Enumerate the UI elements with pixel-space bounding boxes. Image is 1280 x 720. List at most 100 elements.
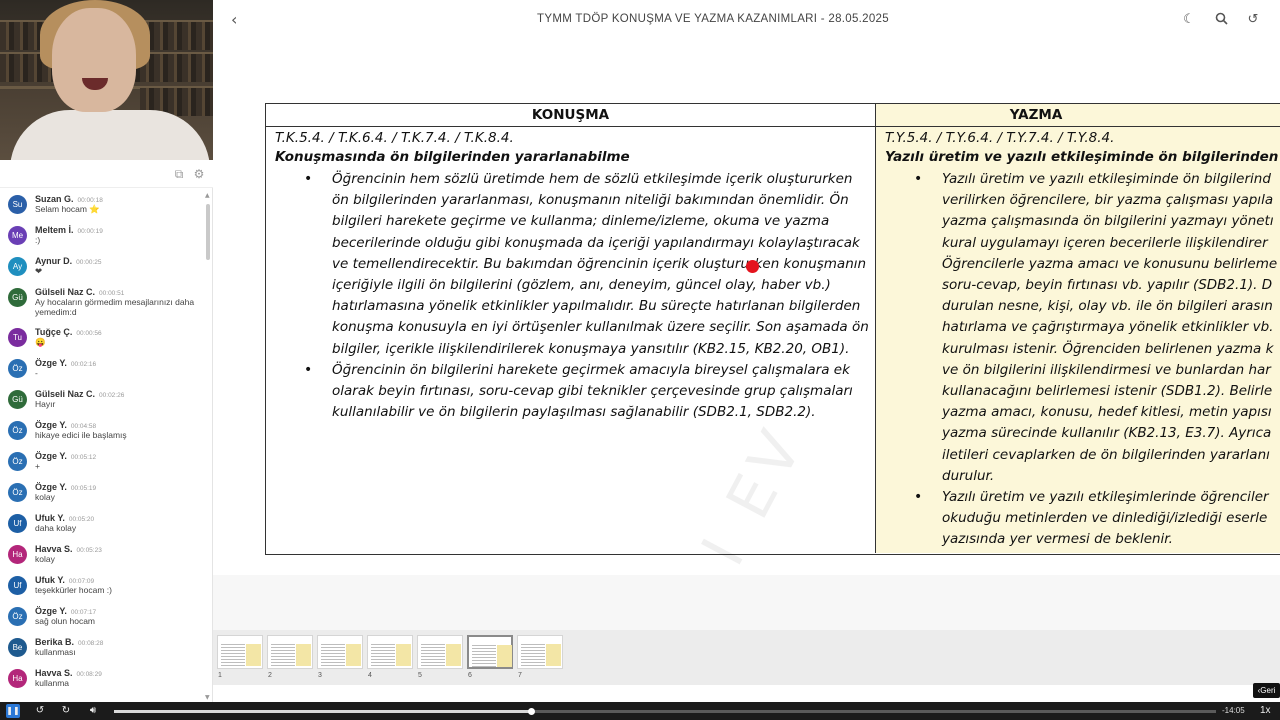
message-text: daha kolay (35, 523, 77, 533)
chat-message: Su Suzan G. 00:00:18 Selam hocam ⭐ (0, 188, 206, 219)
yazma-line: kullanacağını belirlemesi istenir (SDB1.… (942, 383, 1273, 400)
message-text: + (35, 461, 40, 471)
slide-thumbnail[interactable] (267, 635, 313, 669)
avatar: Me (8, 226, 27, 245)
avatar: Öz (8, 607, 27, 626)
dark-mode-icon[interactable]: ☾ (1181, 12, 1197, 28)
avatar: Ay (8, 257, 27, 276)
slide-thumbnail[interactable] (517, 635, 563, 669)
thumbnail-number: 2 (268, 672, 272, 679)
konusma-bullet-2: Öğrencinin ön bilgilerini harekete geçir… (266, 360, 875, 424)
message-time: 00:08:28 (78, 640, 104, 647)
chat-message: Tu Tuğçe Ç. 00:00:56 😛 (0, 321, 206, 352)
yazma-line: yazma sürecinde kullanılır (KB2.13, E3.7… (942, 425, 1272, 442)
thumbnail-number: 3 (318, 672, 322, 679)
slide-thumbnail[interactable] (417, 635, 463, 669)
chat-settings-icon[interactable]: ⚙ (192, 167, 206, 181)
yazma-line: hatırlama ve çağrıştırmaya yönelik etkin… (942, 319, 1274, 336)
scroll-down-icon[interactable]: ▼ (205, 694, 210, 701)
konusma-bullets: Öğrencinin hem sözlü üretimde hem de söz… (266, 169, 875, 423)
yazma-line: yazma amacı, konusu, hedef kitlesi, meti… (942, 404, 1272, 421)
chat-message: Ha Havva S. 00:05:23 kolay (0, 538, 206, 569)
message-author: Suzan G. 00:00:18 (35, 194, 103, 204)
message-time: 00:00:18 (77, 197, 103, 204)
time-remaining: -14:05 (1222, 706, 1245, 715)
message-time: 00:05:19 (70, 485, 97, 492)
yazma-line: Öğrencilerle yazma amacı ve konusunu bel… (942, 255, 1278, 272)
thumbnail-number: 7 (518, 672, 522, 679)
message-author: Aynur D. 00:00:25 (35, 256, 102, 266)
avatar: Ha (8, 545, 27, 564)
yazma-bullets: Yazılı üretim ve yazılı etkileşiminde ön… (876, 169, 1280, 551)
yazma-line: soru-cevap, beyin fırtınası vb. yapılır … (942, 277, 1273, 294)
top-bar: ‹ TYMM TDÖP KONUŞMA VE YAZMA KAZANIMLARI… (213, 0, 1280, 66)
avatar: Öz (8, 452, 27, 471)
message-time: 00:00:25 (76, 259, 102, 266)
slide-footer-band (213, 575, 1280, 630)
slide-thumbnail[interactable] (217, 635, 263, 669)
page-title: TYMM TDÖP KONUŞMA VE YAZMA KAZANIMLARI -… (537, 13, 889, 25)
chat-message: Gü Gülseli Naz C. 00:00:51 Ay hocaların gör… (0, 281, 206, 321)
scroll-up-icon[interactable]: ▲ (205, 192, 210, 199)
konusma-bullet-1: Öğrencinin hem sözlü üretimde hem de söz… (266, 169, 875, 360)
message-text: 😛 (35, 337, 46, 347)
message-time: 00:08:29 (76, 671, 102, 678)
message-text: :) (35, 235, 41, 245)
message-author: Gülseli Naz C. 00:00:51 (35, 287, 125, 297)
refresh-icon[interactable]: ↺ (1245, 12, 1261, 28)
avatar: Gü (8, 288, 27, 307)
message-time: 00:00:56 (76, 330, 102, 337)
geri-button[interactable]: ‹Geri (1253, 683, 1280, 698)
rewind-icon[interactable]: ↺ (33, 704, 47, 718)
yazma-line: yazısında yer vermesi de beklenir. (942, 531, 1173, 548)
yazma-line: kural uygulamayı içeren becerilerle iliş… (942, 234, 1268, 251)
yazma-line: durulur. (942, 467, 995, 484)
avatar: Öz (8, 359, 27, 378)
message-time: 00:07:17 (70, 609, 97, 616)
chat-message: Be Berika B. 00:08:28 kullanması (0, 631, 206, 662)
chat-message-list[interactable]: Su Suzan G. 00:00:18 Selam hocam ⭐ Me Meltem … (0, 188, 206, 698)
scrollbar-thumb[interactable] (206, 204, 210, 260)
message-author: Özge Y. 00:07:17 (35, 606, 97, 616)
message-text: kolay (35, 492, 55, 502)
search-icon[interactable] (1213, 12, 1229, 28)
message-time: 00:05:23 (76, 547, 102, 554)
chat-message: Öz Özge Y. 00:07:17 sağ olun hocam (0, 600, 206, 631)
yazma-header: YAZMA (876, 104, 1280, 127)
message-time: 00:07:09 (68, 578, 95, 585)
yazma-codes: T.Y.5.4. / T.Y.6.4. / T.Y.7.4. / T.Y.8.4… (885, 130, 1115, 146)
copy-icon[interactable]: ⧉ (172, 167, 186, 181)
message-author: Tuğçe Ç. 00:00:56 (35, 327, 102, 337)
playback-speed[interactable]: 1x (1260, 705, 1271, 716)
progress-knob[interactable] (527, 708, 535, 715)
message-text: kullanma (35, 678, 70, 688)
yazma-column: YAZMA T.Y.5.4. / T.Y.6.4. / T.Y.7.4. / T… (876, 104, 1280, 553)
message-text: ❤ (35, 266, 43, 276)
volume-icon[interactable]: 🔊︎ (86, 704, 100, 718)
message-text: Selam hocam ⭐ (35, 204, 100, 214)
message-author: Özge Y. 00:05:19 (35, 482, 97, 492)
progress-track[interactable] (114, 708, 1216, 715)
app-root: ⧉ ⚙ Su Suzan G. 00:00:18 Selam hocam ⭐ Me Mel… (0, 0, 1280, 720)
yazma-bullet-2: Yazılı üretim ve yazılı etkileşimlerinde… (876, 487, 1280, 551)
konusma-codes: T.K.5.4. / T.K.6.4. / T.K.7.4. / T.K.8.4… (275, 130, 514, 146)
slide-thumbnail[interactable] (367, 635, 413, 669)
chat-message: Öz Özge Y. 00:05:19 kolay (0, 476, 206, 507)
forward-icon[interactable]: ↻ (59, 704, 73, 718)
slide-thumbnail[interactable] (317, 635, 363, 669)
message-author: Ufuk Y. 00:07:09 (35, 575, 95, 585)
message-author: Meltem İ. 00:00:19 (35, 225, 103, 235)
chat-message: Öz Özge Y. 00:02:16- (0, 352, 206, 383)
pause-button[interactable]: ❚❚ (6, 704, 20, 718)
avatar: Tu (8, 328, 27, 347)
message-time: 00:02:26 (99, 392, 125, 399)
message-author: Havva S. 00:05:23 (35, 544, 102, 554)
chat-scrollbar[interactable]: ▲ ▼ (205, 192, 210, 701)
slide-thumbnail[interactable] (467, 635, 513, 669)
avatar: Ha (8, 669, 27, 688)
chat-message: Öz Özge Y. 00:04:58 hikaye edici ile başlam… (0, 414, 206, 445)
konusma-header: KONUŞMA (266, 104, 875, 127)
chat-message: Öz Özge Y. 00:05:12 + (0, 445, 206, 476)
message-author: Özge Y. 00:04:58 (35, 420, 97, 430)
avatar: Uf (8, 576, 27, 595)
